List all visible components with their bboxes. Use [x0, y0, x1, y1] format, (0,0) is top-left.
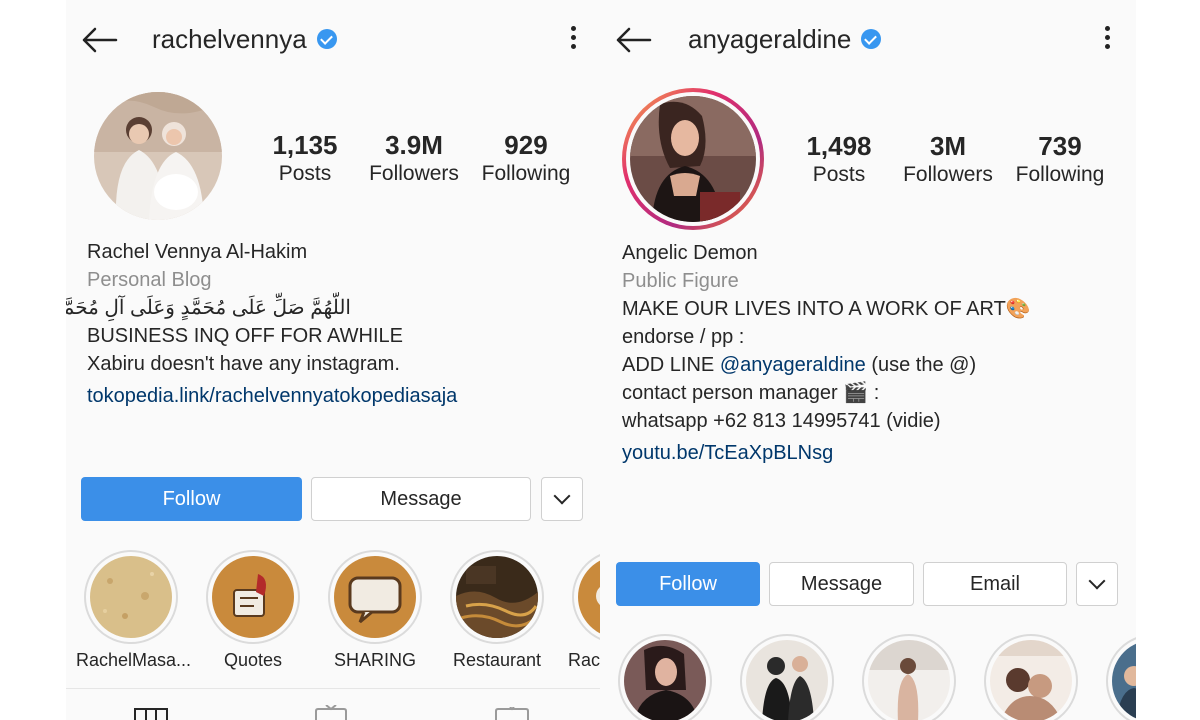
- chevron-down-icon: [553, 487, 571, 505]
- highlight-item[interactable]: [1098, 634, 1136, 720]
- following-label: Following: [481, 162, 571, 185]
- followers-count: 3M: [929, 131, 967, 161]
- bio-category: Public Figure: [622, 270, 739, 292]
- highlight-item[interactable]: Restaurant: [442, 550, 552, 671]
- highlight-cover: [212, 556, 294, 638]
- profile-avatar[interactable]: [94, 92, 222, 220]
- bio-line: whatsapp +62 813 14995741 (vidie): [622, 410, 941, 432]
- username-text: rachelvennya: [152, 24, 307, 54]
- bio-link[interactable]: tokopedia.link/rachelvennyatokopediasaja: [87, 382, 457, 410]
- posts-count: 1,135: [272, 130, 338, 160]
- profile-header: rachelvennya: [66, 0, 600, 80]
- posts-label: Posts: [278, 162, 332, 185]
- highlight-cover: [578, 556, 600, 638]
- stat-following[interactable]: 929 Following: [476, 130, 576, 188]
- highlight-label: Rach: [568, 650, 600, 670]
- highlight-item[interactable]: [976, 634, 1086, 720]
- highlight-item[interactable]: SHARING: [320, 550, 430, 671]
- followers-label: Followers: [369, 162, 459, 185]
- grid-icon[interactable]: [134, 707, 168, 720]
- highlight-label: SHARING: [333, 650, 416, 670]
- highlight-cover: [90, 556, 172, 638]
- highlight-cover: [334, 556, 416, 638]
- suggested-dropdown-button[interactable]: [1076, 562, 1118, 606]
- message-button[interactable]: Message: [311, 477, 531, 521]
- profile-panel-rachelvennya: rachelvennya 1,135 Posts 3.9M Followers …: [66, 0, 600, 720]
- bio-mention-link[interactable]: @anyageraldine: [720, 354, 866, 376]
- bio-line: MAKE OUR LIVES INTO A WORK OF ART🎨: [622, 298, 1031, 320]
- email-button[interactable]: Email: [923, 562, 1067, 606]
- highlight-item[interactable]: [610, 634, 720, 720]
- highlight-item[interactable]: [732, 634, 842, 720]
- posts-count: 1,498: [806, 131, 872, 161]
- highlight-label: Quotes: [223, 650, 283, 670]
- highlight-cover: [456, 556, 538, 638]
- username-text: anyageraldine: [688, 24, 852, 54]
- profile-username: rachelvennya: [152, 24, 337, 55]
- following-count: 929: [504, 130, 548, 160]
- more-options-icon[interactable]: [565, 26, 581, 56]
- highlight-cover: [990, 640, 1072, 720]
- highlight-item[interactable]: Quotes: [198, 550, 308, 671]
- bio-line: BUSINESS INQ OFF FOR AWHILE: [87, 325, 403, 347]
- bio-name: Rachel Vennya Al-Hakim: [87, 241, 308, 263]
- suggested-dropdown-button[interactable]: [541, 477, 583, 521]
- verified-badge-icon: [861, 29, 882, 50]
- profile-header: anyageraldine: [600, 0, 1136, 80]
- stat-followers[interactable]: 3.9M Followers: [364, 130, 464, 188]
- chevron-down-icon: [1088, 572, 1106, 590]
- profile-tab-bar: [66, 688, 600, 720]
- profile-avatar[interactable]: [630, 96, 756, 222]
- verified-badge-icon: [316, 29, 337, 50]
- bio-text: (use the @): [865, 354, 977, 376]
- stat-following[interactable]: 739 Following: [1010, 131, 1110, 189]
- stat-followers[interactable]: 3M Followers: [898, 131, 998, 189]
- highlight-cover: [746, 640, 828, 720]
- follow-button[interactable]: Follow: [81, 477, 302, 521]
- highlight-cover: [624, 640, 706, 720]
- bio-line: contact person manager 🎬 :: [622, 382, 880, 404]
- message-button[interactable]: Message: [769, 562, 914, 606]
- back-arrow-icon[interactable]: [80, 24, 120, 56]
- highlight-item[interactable]: [854, 634, 964, 720]
- more-options-icon[interactable]: [1099, 26, 1115, 56]
- profile-username: anyageraldine: [688, 24, 882, 55]
- bio-line-add-line: ADD LINE @anyageraldine (use the @): [622, 351, 1031, 379]
- highlight-label: Restaurant: [452, 650, 542, 670]
- bio-link[interactable]: youtu.be/TcEaXpBLNsg: [622, 439, 1031, 467]
- profile-panel-anyageraldine: anyageraldine 1,498 Posts 3M Followers 7…: [600, 0, 1136, 720]
- stat-posts[interactable]: 1,135 Posts: [260, 130, 350, 188]
- follow-button[interactable]: Follow: [616, 562, 760, 606]
- highlight-label: RachelMasa...: [76, 650, 192, 670]
- back-arrow-icon[interactable]: [614, 24, 654, 56]
- bio-arabic-line: اللّهُمَّ صَلِّ عَلَى مُحَمَّدٍ وَعَلَى …: [66, 297, 351, 319]
- bio-name: Angelic Demon: [622, 242, 758, 264]
- highlight-cover: [1112, 640, 1136, 720]
- posts-label: Posts: [812, 163, 866, 186]
- tagged-icon[interactable]: [494, 707, 530, 720]
- highlight-item[interactable]: RachelMasa...: [76, 550, 192, 671]
- stat-posts[interactable]: 1,498 Posts: [794, 131, 884, 189]
- followers-label: Followers: [903, 163, 993, 186]
- bio-category: Personal Blog: [87, 269, 212, 291]
- profile-bio: Angelic Demon Public Figure MAKE OUR LIV…: [622, 239, 1031, 467]
- highlight-item[interactable]: Rach: [564, 550, 600, 671]
- following-count: 739: [1038, 131, 1082, 161]
- following-label: Following: [1015, 163, 1105, 186]
- highlight-cover: [868, 640, 950, 720]
- bio-line: Xabiru doesn't have any instagram.: [87, 353, 400, 375]
- igtv-icon[interactable]: [314, 705, 348, 720]
- profile-bio: Rachel Vennya Al-Hakim Personal Blog الل…: [66, 238, 457, 410]
- bio-line: endorse / pp :: [622, 326, 745, 348]
- followers-count: 3.9M: [385, 130, 443, 160]
- bio-text: ADD LINE: [622, 354, 720, 376]
